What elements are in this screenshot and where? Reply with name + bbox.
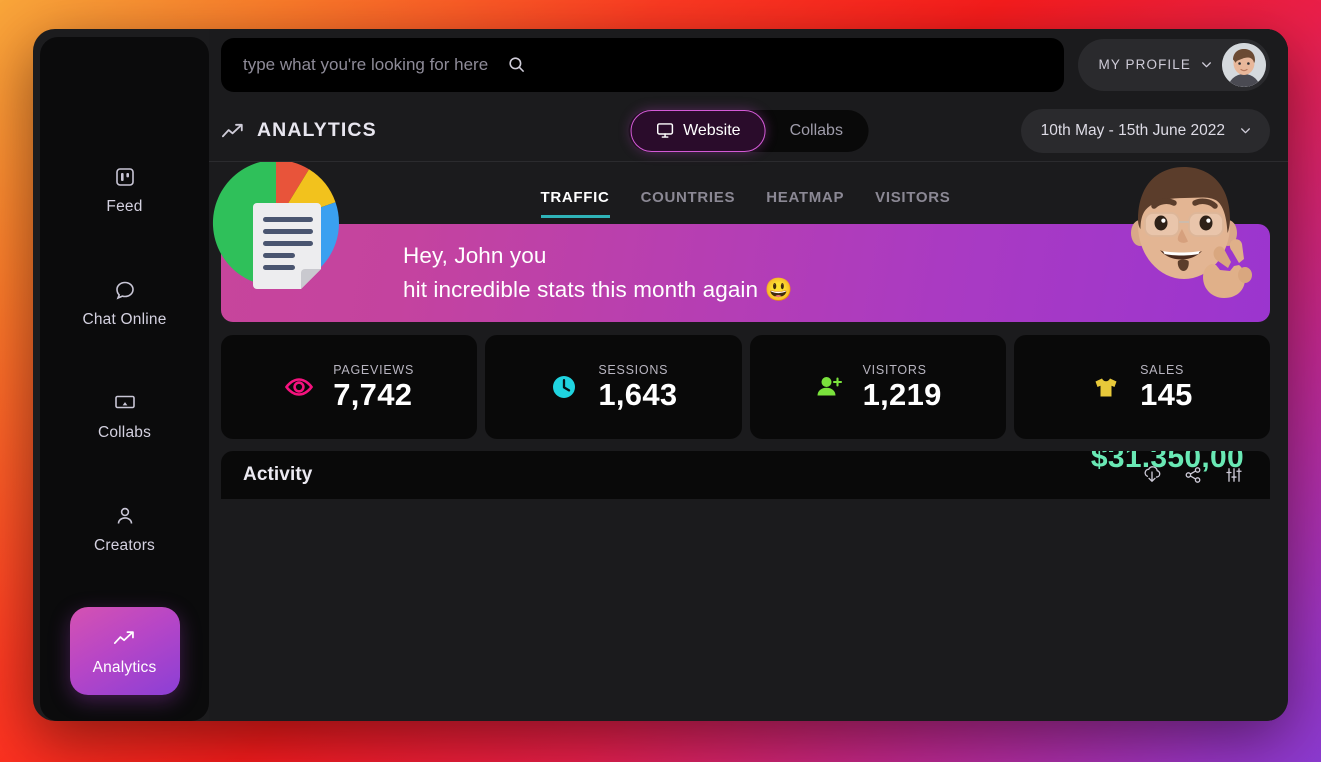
stat-value: 1,219 <box>862 376 942 412</box>
content-area: TRAFFIC COUNTRIES HEATMAP VISITORS Hey, … <box>209 162 1288 721</box>
profile-label: MY PROFILE <box>1098 57 1191 72</box>
search-input[interactable] <box>243 54 495 75</box>
tab-label: HEATMAP <box>766 189 845 206</box>
stat-text: PAGEVIEWS 7,742 <box>333 363 414 412</box>
stat-value: 1,643 <box>598 376 678 412</box>
chevron-down-icon <box>1200 58 1213 71</box>
user-add-icon <box>814 372 844 402</box>
activity-panel: Activity 2000 2500 $31.350,00 <box>221 451 1270 499</box>
stat-card-visitors[interactable]: VISITORS 1,219 <box>749 335 1006 439</box>
trend-up-icon <box>221 121 246 141</box>
analytics-trend-icon <box>113 626 137 650</box>
segmented-control: Website Collabs <box>628 109 869 152</box>
greeting-text: Hey, John you hit incredible stats this … <box>403 239 793 307</box>
top-bar: MY PROFILE <box>209 29 1288 100</box>
stat-value: 145 <box>1140 376 1193 412</box>
sidebar-item-feed[interactable]: Feed <box>71 155 179 226</box>
stat-text: VISITORS 1,219 <box>863 363 942 412</box>
segment-collabs[interactable]: Collabs <box>766 110 867 152</box>
tab-label: TRAFFIC <box>540 189 610 206</box>
stat-text: SALES 145 <box>1140 363 1193 412</box>
sidebar-item-label: Chat Online <box>82 311 167 328</box>
chevron-down-icon <box>1239 124 1252 137</box>
analytics-header: ANALYTICS Website Collabs 10th May - 15t… <box>209 100 1288 162</box>
sidebar-item-creators[interactable]: Creators <box>71 494 179 565</box>
segment-website[interactable]: Website <box>630 109 766 152</box>
stat-card-pageviews[interactable]: PAGEVIEWS 7,742 <box>221 335 478 439</box>
stat-label: SALES <box>1140 362 1185 377</box>
sidebar-item-collabs[interactable]: Collabs <box>71 381 179 452</box>
clock-icon <box>549 372 579 402</box>
profile-menu[interactable]: MY PROFILE <box>1078 38 1270 91</box>
stat-label: SESSIONS <box>598 362 669 377</box>
greeting-banner-wrap: Hey, John you hit incredible stats this … <box>212 162 1270 322</box>
stat-card-sales[interactable]: SALES 145 <box>1013 335 1270 439</box>
page-title: ANALYTICS <box>257 119 377 141</box>
tab-countries[interactable]: COUNTRIES <box>641 189 736 218</box>
revenue-value: $31.350,00 <box>1090 451 1244 474</box>
collabs-icon <box>113 391 137 415</box>
chat-icon <box>113 278 137 302</box>
stat-label: PAGEVIEWS <box>333 362 415 377</box>
tab-heatmap[interactable]: HEATMAP <box>766 189 844 218</box>
sidebar-item-label: Collabs <box>97 424 152 441</box>
date-range-picker[interactable]: 10th May - 15th June 2022 <box>1020 108 1270 153</box>
creators-icon <box>113 504 137 528</box>
stat-text: SESSIONS 1,643 <box>598 363 677 412</box>
tshirt-icon <box>1091 372 1121 402</box>
sidebar-item-label: Analytics <box>92 658 157 676</box>
sidebar-item-label: Feed <box>106 198 143 215</box>
stat-label: VISITORS <box>862 362 927 377</box>
sidebar-item-analytics[interactable]: Analytics <box>69 607 180 695</box>
search-box[interactable] <box>221 37 1065 92</box>
avatar[interactable] <box>1222 42 1266 87</box>
date-range-label: 10th May - 15th June 2022 <box>1040 121 1225 139</box>
tab-bar: TRAFFIC COUNTRIES HEATMAP VISITORS <box>221 162 1270 218</box>
sidebar: Feed Chat Online Collabs Creators Analyt… <box>40 37 209 721</box>
greeting-line1: Hey, John you <box>403 243 547 269</box>
feed-icon <box>113 165 137 189</box>
greeting-line2: hit incredible stats this month again 😃 <box>403 277 793 302</box>
main-area: MY PROFILE <box>209 29 1288 721</box>
greeting-banner: Hey, John you hit incredible stats this … <box>221 224 1270 322</box>
sidebar-item-chat-online[interactable]: Chat Online <box>71 268 179 339</box>
monitor-icon <box>655 122 674 139</box>
stat-value: 7,742 <box>333 376 413 412</box>
segment-label: Website <box>683 121 741 139</box>
stat-card-sessions[interactable]: SESSIONS 1,643 <box>485 335 742 439</box>
search-icon[interactable] <box>507 55 526 74</box>
tab-label: COUNTRIES <box>640 189 736 206</box>
sidebar-item-label: Creators <box>93 537 156 554</box>
eye-icon <box>284 372 314 402</box>
tab-traffic[interactable]: TRAFFIC <box>540 189 610 218</box>
tab-visitors[interactable]: VISITORS <box>875 189 950 218</box>
stat-cards: PAGEVIEWS 7,742 SESSIONS 1,643 VISITORS … <box>221 335 1270 439</box>
page-title-wrap: ANALYTICS <box>221 119 551 142</box>
tab-label: VISITORS <box>875 189 951 206</box>
segment-label: Collabs <box>789 121 843 139</box>
app-window: Feed Chat Online Collabs Creators Analyt… <box>33 29 1288 721</box>
activity-title: Activity <box>243 464 313 485</box>
